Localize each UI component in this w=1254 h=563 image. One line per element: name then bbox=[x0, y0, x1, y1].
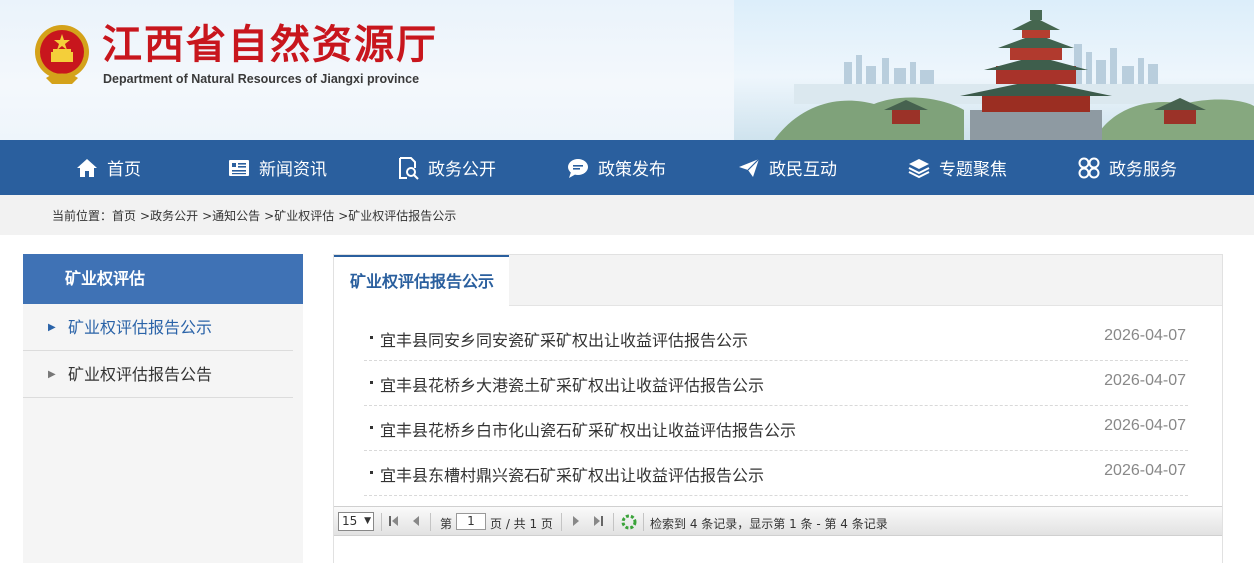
nav-item-topics[interactable]: 专题聚焦 bbox=[907, 140, 1007, 195]
list-item-date: 2026-04-07 bbox=[1104, 327, 1186, 344]
pager-divider bbox=[430, 513, 431, 531]
page-label-post: 页 / 共 1 页 bbox=[490, 517, 553, 531]
page-number-input[interactable]: 1 bbox=[456, 513, 486, 530]
list-item[interactable]: 宜丰县花桥乡白市化山瓷石矿采矿权出让收益评估报告公示 2026-04-07 bbox=[364, 406, 1188, 451]
prev-page-icon[interactable] bbox=[409, 514, 423, 528]
home-icon bbox=[77, 158, 97, 177]
list-item-title[interactable]: 宜丰县东槽村鼎兴瓷石矿采矿权出让收益评估报告公示 bbox=[380, 462, 764, 486]
sidebar-title: 矿业权评估 bbox=[23, 254, 303, 304]
nav-item-label: 政务服务 bbox=[1109, 160, 1177, 180]
list-item-title[interactable]: 宜丰县花桥乡白市化山瓷石矿采矿权出让收益评估报告公示 bbox=[380, 417, 796, 441]
refresh-icon[interactable] bbox=[620, 513, 638, 531]
breadcrumb-gov-open[interactable]: >政务公开 bbox=[140, 207, 198, 224]
list-item[interactable]: 宜丰县东槽村鼎兴瓷石矿采矿权出让收益评估报告公示 2026-04-07 bbox=[364, 451, 1188, 496]
tab-bar: 矿业权评估报告公示 bbox=[334, 255, 1222, 306]
paper-plane-icon bbox=[739, 158, 760, 177]
nav-item-label: 政务公开 bbox=[428, 160, 496, 180]
breadcrumb-prefix: 当前位置： bbox=[52, 209, 113, 223]
nav-item-label: 政策发布 bbox=[598, 160, 666, 180]
nav-item-gov-open[interactable]: 政务公开 bbox=[396, 140, 496, 195]
first-page-icon[interactable] bbox=[387, 514, 401, 528]
list-item-date: 2026-04-07 bbox=[1104, 417, 1186, 434]
nav-item-label: 首页 bbox=[107, 160, 141, 180]
chat-bubble-icon bbox=[568, 158, 588, 178]
bullet-icon bbox=[370, 336, 373, 339]
list-item[interactable]: 宜丰县花桥乡大港瓷土矿采矿权出让收益评估报告公示 2026-04-07 bbox=[364, 361, 1188, 406]
nav-item-label: 新闻资讯 bbox=[259, 160, 327, 180]
list-item-date: 2026-04-07 bbox=[1104, 372, 1186, 389]
document-search-icon bbox=[399, 156, 419, 180]
sidebar-item-label: 矿业权评估报告公告 bbox=[68, 365, 213, 384]
nav-item-policy[interactable]: 政策发布 bbox=[566, 140, 666, 195]
list-item-date: 2026-04-07 bbox=[1104, 462, 1186, 479]
breadcrumb-notices[interactable]: >通知公告 bbox=[202, 207, 260, 224]
content-panel: 矿业权评估报告公示 宜丰县同安乡同安瓷矿采矿权出让收益评估报告公示 2026-0… bbox=[333, 254, 1223, 563]
breadcrumb-bar: 当前位置： 首页 >政务公开 >通知公告 >矿业权评估 >矿业权评估报告公示 bbox=[0, 195, 1254, 235]
site-header: 江西省自然资源厅 Department of Natural Resources… bbox=[0, 0, 1254, 140]
article-list: 宜丰县同安乡同安瓷矿采矿权出让收益评估报告公示 2026-04-07 宜丰县花桥… bbox=[364, 316, 1188, 496]
pager-divider bbox=[561, 513, 562, 531]
breadcrumb: 当前位置： 首页 >政务公开 >通知公告 >矿业权评估 >矿业权评估报告公示 bbox=[52, 207, 456, 224]
bullet-icon bbox=[370, 426, 373, 429]
pager-divider bbox=[643, 513, 644, 531]
nav-item-label: 专题聚焦 bbox=[939, 160, 1007, 180]
chevron-right-icon: ▶ bbox=[48, 322, 56, 333]
layers-icon bbox=[908, 158, 930, 178]
list-item[interactable]: 宜丰县同安乡同安瓷矿采矿权出让收益评估报告公示 2026-04-07 bbox=[364, 316, 1188, 361]
sidebar-item-report-announcement[interactable]: ▶ 矿业权评估报告公告 bbox=[23, 351, 293, 398]
chevron-right-icon: ▶ bbox=[48, 369, 56, 380]
grid-rings-icon bbox=[1078, 157, 1100, 178]
site-title: 江西省自然资源厅 bbox=[102, 22, 438, 68]
tengwang-pavilion-banner bbox=[774, 10, 1254, 140]
nav-item-label: 政民互动 bbox=[769, 160, 837, 180]
sidebar-item-label: 矿业权评估报告公示 bbox=[68, 318, 213, 337]
pager-summary: 检索到 4 条记录，显示第 1 条 - 第 4 条记录 bbox=[650, 517, 888, 531]
nav-item-news[interactable]: 新闻资讯 bbox=[227, 140, 327, 195]
nav-item-home[interactable]: 首页 bbox=[75, 140, 141, 195]
page-size-select[interactable]: 15 ▼ bbox=[338, 512, 374, 531]
sidebar: 矿业权评估 ▶ 矿业权评估报告公示 ▶ 矿业权评估报告公告 bbox=[23, 254, 303, 563]
last-page-icon[interactable] bbox=[591, 514, 605, 528]
next-page-icon[interactable] bbox=[569, 514, 583, 528]
bullet-icon bbox=[370, 471, 373, 474]
breadcrumb-home[interactable]: 首页 bbox=[112, 207, 136, 224]
bullet-icon bbox=[370, 381, 373, 384]
breadcrumb-mining-eval[interactable]: >矿业权评估 bbox=[264, 207, 334, 224]
list-item-title[interactable]: 宜丰县花桥乡大港瓷土矿采矿权出让收益评估报告公示 bbox=[380, 372, 764, 396]
page-label-pre: 第 bbox=[440, 517, 453, 531]
nav-item-services[interactable]: 政务服务 bbox=[1077, 140, 1177, 195]
pagination-bar: 15 ▼ 第 1 页 / 共 1 页 检索到 4 条记录，显示第 1 条 - 第… bbox=[334, 506, 1222, 536]
tab-report-publicity[interactable]: 矿业权评估报告公示 bbox=[334, 255, 509, 306]
chevron-down-icon: ▼ bbox=[364, 516, 371, 526]
page-size-value: 15 bbox=[342, 514, 358, 528]
site-subtitle: Department of Natural Resources of Jiang… bbox=[103, 72, 420, 86]
list-item-title[interactable]: 宜丰县同安乡同安瓷矿采矿权出让收益评估报告公示 bbox=[380, 327, 748, 351]
news-icon bbox=[229, 159, 249, 176]
sidebar-item-report-publicity[interactable]: ▶ 矿业权评估报告公示 bbox=[23, 304, 293, 351]
national-emblem-icon bbox=[35, 25, 89, 84]
pager-divider bbox=[381, 513, 382, 531]
nav-item-interaction[interactable]: 政民互动 bbox=[737, 140, 837, 195]
main-nav: 首页 新闻资讯 政务公开 政策发布 政民互动 专题聚焦 政务服务 bbox=[0, 140, 1254, 195]
breadcrumb-current[interactable]: >矿业权评估报告公示 bbox=[338, 207, 456, 224]
pager-divider bbox=[613, 513, 614, 531]
